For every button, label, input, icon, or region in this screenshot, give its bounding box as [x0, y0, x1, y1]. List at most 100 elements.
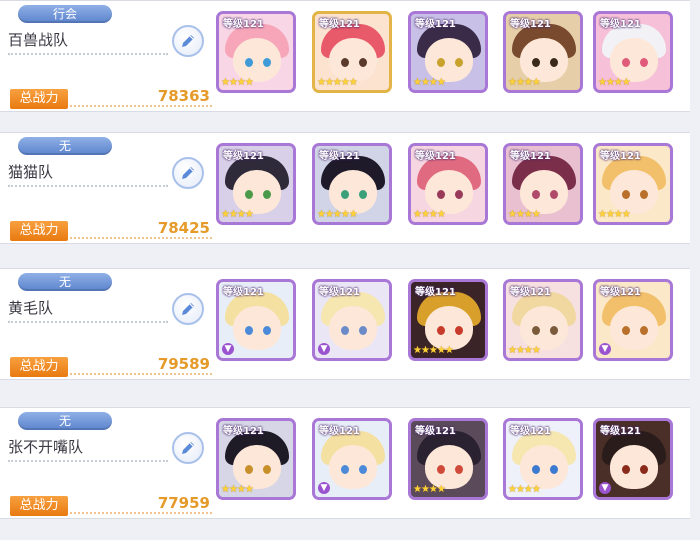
character-card[interactable]: 等级121 ★★★★: [408, 11, 488, 93]
edit-team-button[interactable]: [172, 293, 204, 325]
character-eye: [245, 58, 253, 67]
star-rating: ★★★★: [221, 77, 254, 88]
character-eye: [341, 190, 349, 199]
character-eye: [245, 326, 253, 335]
character-eye: [359, 190, 367, 199]
team-tag: 行会: [18, 5, 112, 23]
team-tag: 无: [18, 412, 112, 430]
character-eye: [437, 465, 445, 474]
star-rating: ★★★★: [598, 77, 631, 88]
character-portrait: [233, 170, 281, 214]
character-eye: [532, 326, 540, 335]
character-eye: [640, 326, 648, 335]
character-eye: [622, 190, 630, 199]
total-power-label: 总战力: [10, 357, 68, 377]
team-name: 百兽战队: [8, 31, 69, 49]
character-card[interactable]: 等级121 ★★★★★: [312, 11, 392, 93]
character-eye: [640, 465, 648, 474]
character-card[interactable]: 等级121 ★★★★: [216, 143, 296, 225]
team-tag: 无: [18, 273, 112, 291]
pencil-icon: [182, 442, 194, 454]
character-portrait: [233, 445, 281, 489]
unique-equipment-icon: ▼: [599, 343, 611, 355]
total-power-label: 总战力: [10, 221, 68, 241]
character-card[interactable]: 等级121 ★★★★★: [312, 143, 392, 225]
star-rating: ★★★★★: [317, 209, 358, 220]
character-level: 等级121: [600, 426, 641, 437]
character-level: 等级121: [415, 426, 456, 437]
character-level: 等级121: [319, 151, 360, 162]
star-rating: ★★★★: [221, 484, 254, 495]
character-eye: [640, 190, 648, 199]
character-level: 等级121: [319, 19, 360, 30]
divider: [8, 185, 168, 187]
divider: [70, 373, 212, 375]
team-name: 猫猫队: [8, 163, 54, 181]
character-card[interactable]: 等级121 ▼: [216, 279, 296, 361]
character-level: 等级121: [510, 426, 551, 437]
character-eye: [532, 190, 540, 199]
character-portrait: [425, 170, 473, 214]
character-card[interactable]: 等级121 ★★★★: [503, 11, 583, 93]
character-card[interactable]: 等级121 ★★★★: [408, 418, 488, 500]
character-portrait: [233, 306, 281, 350]
team-tag: 无: [18, 137, 112, 155]
character-card[interactable]: 等级121 ★★★★: [216, 418, 296, 500]
character-eye: [640, 58, 648, 67]
character-eye: [622, 58, 630, 67]
character-eye: [263, 326, 271, 335]
edit-team-button[interactable]: [172, 25, 204, 57]
character-eye: [622, 326, 630, 335]
character-portrait: [520, 306, 568, 350]
team-name: 黄毛队: [8, 299, 54, 317]
character-level: 等级121: [510, 287, 551, 298]
star-rating: ★★★★: [598, 209, 631, 220]
character-portrait: [520, 38, 568, 82]
unique-equipment-icon: ▼: [222, 343, 234, 355]
pencil-icon: [182, 35, 194, 47]
divider: [70, 237, 212, 239]
edit-team-button[interactable]: [172, 432, 204, 464]
character-portrait: [329, 445, 377, 489]
character-card[interactable]: 等级121 ★★★★: [503, 418, 583, 500]
character-eye: [437, 326, 445, 335]
character-eye: [437, 190, 445, 199]
character-eye: [245, 465, 253, 474]
character-eye: [532, 58, 540, 67]
character-level: 等级121: [600, 151, 641, 162]
character-eye: [245, 190, 253, 199]
character-portrait: [520, 445, 568, 489]
character-card[interactable]: 等级121 ▼: [312, 418, 392, 500]
character-eye: [341, 58, 349, 67]
star-rating: ★★★★★: [317, 77, 358, 88]
character-card[interactable]: 等级121 ▼: [593, 279, 673, 361]
character-eye: [455, 190, 463, 199]
total-power-label: 总战力: [10, 496, 68, 516]
character-level: 等级121: [415, 19, 456, 30]
character-level: 等级121: [600, 287, 641, 298]
character-card[interactable]: 等级121 ★★★★: [408, 143, 488, 225]
star-rating: ★★★★: [221, 209, 254, 220]
total-power-value: 78363: [157, 87, 210, 105]
character-eye: [341, 465, 349, 474]
character-eye: [455, 326, 463, 335]
character-portrait: [329, 38, 377, 82]
character-card[interactable]: 等级121 ▼: [593, 418, 673, 500]
team-panel: 无 猫猫队 总战力 78425 等级121 ★★★★ 等级121 ★★★★★ 等…: [0, 132, 690, 244]
character-card[interactable]: 等级121 ★★★★: [503, 143, 583, 225]
character-level: 等级121: [223, 426, 264, 437]
character-card[interactable]: 等级121 ★★★★: [593, 143, 673, 225]
character-card[interactable]: 等级121 ★★★★★: [408, 279, 488, 361]
character-eye: [550, 190, 558, 199]
edit-team-button[interactable]: [172, 157, 204, 189]
character-card[interactable]: 等级121 ▼: [312, 279, 392, 361]
divider: [8, 53, 168, 55]
star-rating: ★★★★★: [413, 345, 454, 356]
character-card[interactable]: 等级121 ★★★★: [216, 11, 296, 93]
character-card[interactable]: 等级121 ★★★★: [503, 279, 583, 361]
character-card[interactable]: 等级121 ★★★★: [593, 11, 673, 93]
star-rating: ★★★★: [508, 484, 541, 495]
character-level: 等级121: [600, 19, 641, 30]
team-panel: 无 黄毛队 总战力 79589 等级121 ▼ 等级121 ▼ 等级121 ★★…: [0, 268, 690, 380]
team-panel: 行会 百兽战队 总战力 78363 等级121 ★★★★ 等级121 ★★★★★: [0, 0, 690, 112]
